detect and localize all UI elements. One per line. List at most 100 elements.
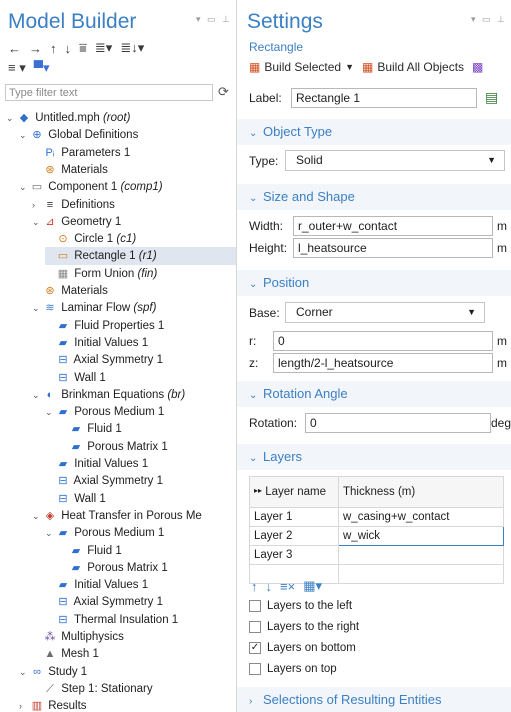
forward-icon[interactable]: → xyxy=(29,41,42,56)
tree-node[interactable]: ⌄ ◐ Brinkman Equations (br) xyxy=(32,386,236,404)
tree-node[interactable]: › ▥ Results xyxy=(19,697,236,712)
tree-node[interactable]: ⊟ Thermal Insulation 1 xyxy=(45,611,236,629)
tree-node[interactable]: ⌄ ◆ Untitled.mph (root) xyxy=(6,109,236,127)
move-up-icon[interactable]: ↑ xyxy=(50,41,57,56)
tree-node[interactable]: ⌄ ≋ Laminar Flow (spf) xyxy=(32,299,236,317)
build-all-button[interactable]: ▦ Build All Objects xyxy=(362,60,464,74)
notes-icon[interactable]: ▤ xyxy=(485,89,498,106)
move-down-icon[interactable]: ↓ xyxy=(65,41,72,56)
tree-node[interactable]: ▰ Fluid 1 xyxy=(58,542,236,560)
tree-node[interactable]: ▰ Initial Values 1 xyxy=(45,455,236,473)
collapse-icon[interactable]: ⌄ xyxy=(19,126,29,144)
pane-controls[interactable]: ▾ ▭ ⊥ xyxy=(196,14,232,25)
tree-node[interactable]: ⊙ Circle 1 (c1) xyxy=(45,230,236,248)
tree-node[interactable]: ⟋ Step 1: Stationary xyxy=(32,680,236,698)
tree-node[interactable]: ⊛ Materials xyxy=(32,282,236,300)
expand-icon[interactable]: › xyxy=(32,196,42,214)
type-select[interactable]: Solid ▼ xyxy=(285,150,505,171)
thickness-cell[interactable]: w_casing+w_contact xyxy=(338,507,504,527)
checkbox-icon[interactable] xyxy=(249,621,261,633)
tree-node[interactable]: ▭ Rectangle 1 (r1) xyxy=(45,247,236,266)
move-down-icon[interactable]: ↓ xyxy=(266,579,273,594)
object-type-section[interactable]: ⌄ Object Type xyxy=(237,119,511,145)
collapse-icon[interactable]: ⌄ xyxy=(32,386,42,404)
checkbox-checked-icon[interactable]: ✓ xyxy=(249,642,261,654)
tree-node[interactable]: ▦ Form Union (fin) xyxy=(45,265,236,283)
tree-node[interactable]: Pᵢ Parameters 1 xyxy=(32,144,236,162)
column-header-thickness[interactable]: Thickness (m) xyxy=(338,476,504,508)
size-shape-section[interactable]: ⌄ Size and Shape xyxy=(237,184,511,210)
tree-node[interactable]: ⊟ Axial Symmetry 1 xyxy=(45,472,236,490)
position-section[interactable]: ⌄ Position xyxy=(237,270,511,296)
tree-node[interactable]: ⌄ ∞ Study 1 xyxy=(19,663,236,681)
thickness-cell[interactable] xyxy=(338,545,504,565)
add-physics-icon[interactable]: ▀▾ xyxy=(34,60,50,76)
tree-node[interactable]: ▰ Porous Matrix 1 xyxy=(58,559,236,577)
expand-icon[interactable]: ≣▾ xyxy=(95,40,112,56)
graphics-icon[interactable]: ▩ xyxy=(472,60,483,74)
pane-controls[interactable]: ▾ ▭ ⊥ xyxy=(471,14,507,25)
move-up-icon[interactable]: ↑ xyxy=(251,579,258,594)
tree-node[interactable]: ⊟ Axial Symmetry 1 xyxy=(45,351,236,369)
show-icon[interactable]: ⩸ xyxy=(79,40,87,56)
tree-node[interactable]: ⌄ ▰ Porous Medium 1 xyxy=(45,524,236,542)
layer-option-checkbox[interactable]: Layers to the right xyxy=(249,621,359,633)
tree-node[interactable]: ⌄ ⊿ Geometry 1 xyxy=(32,213,236,231)
expand-icon[interactable]: › xyxy=(19,697,29,712)
label-input[interactable]: Rectangle 1 xyxy=(291,88,477,108)
layer-name-cell[interactable]: Layer 2 xyxy=(249,526,339,546)
z-input[interactable]: length/2-l_heatsource xyxy=(273,353,493,373)
tree-node[interactable]: ⌄ ◈ Heat Transfer in Porous Me xyxy=(32,507,236,525)
tree-node[interactable]: ▰ Initial Values 1 xyxy=(45,334,236,352)
collapse-icon[interactable]: ⌄ xyxy=(32,299,42,317)
height-input[interactable]: l_heatsource xyxy=(293,238,493,258)
tree-node[interactable]: ⊟ Wall 1 xyxy=(45,490,236,508)
checkbox-icon[interactable] xyxy=(249,663,261,675)
rotation-input[interactable]: 0 xyxy=(305,413,491,433)
collapse-icon[interactable]: ⌄ xyxy=(19,178,29,196)
checkbox-icon[interactable] xyxy=(249,600,261,612)
collapse-icon[interactable]: ⌄ xyxy=(6,109,16,127)
layer-option-checkbox[interactable]: Layers on top xyxy=(249,663,337,675)
filter-input[interactable]: Type filter text xyxy=(5,84,213,101)
collapse-icon[interactable]: ⌄ xyxy=(45,524,55,542)
layers-section[interactable]: ⌄ Layers xyxy=(237,444,511,470)
refresh-icon[interactable]: ⟳ xyxy=(218,84,229,100)
collapse-icon[interactable]: ⌄ xyxy=(32,213,42,231)
thickness-cell[interactable]: w_wick xyxy=(338,526,504,546)
selections-section[interactable]: › Selections of Resulting Entities xyxy=(237,687,511,712)
collapse-icon[interactable]: ⌄ xyxy=(45,403,55,421)
tree-node[interactable]: ⁂ Multiphysics xyxy=(32,628,236,646)
clear-table-icon[interactable]: ≡× xyxy=(280,579,295,594)
base-select[interactable]: Corner ▼ xyxy=(285,302,485,323)
back-icon[interactable]: ← xyxy=(8,41,21,56)
tree-node[interactable]: ▰ Porous Matrix 1 xyxy=(58,438,236,456)
table-row[interactable]: Layer 2 w_wick xyxy=(249,526,504,546)
tree-node[interactable]: ⊟ Wall 1 xyxy=(45,369,236,387)
tree-node[interactable]: ⌄ ⊕ Global Definitions xyxy=(19,126,236,144)
sort-icon[interactable]: ≣↓▾ xyxy=(120,40,144,56)
rotation-section[interactable]: ⌄ Rotation Angle xyxy=(237,381,511,407)
tree-node[interactable]: ⊛ Materials xyxy=(32,161,236,179)
layer-name-cell[interactable]: Layer 3 xyxy=(249,545,339,565)
collapse-icon[interactable]: ⌄ xyxy=(32,507,42,525)
collapse-icon[interactable]: ⌄ xyxy=(19,663,29,681)
tree-node[interactable]: ⌄ ▰ Porous Medium 1 xyxy=(45,403,236,421)
menu-icon[interactable]: ≡ ▾ xyxy=(8,60,26,76)
tree-node[interactable]: ⌄ ▭ Component 1 (comp1) xyxy=(19,178,236,196)
layer-name-cell[interactable]: Layer 1 xyxy=(249,507,339,527)
load-table-icon[interactable]: ▦▾ xyxy=(303,578,322,594)
tree-node[interactable]: › ≡ Definitions xyxy=(32,196,236,214)
tree-node[interactable]: ▰ Initial Values 1 xyxy=(45,576,236,594)
tree-node[interactable]: ▲ Mesh 1 xyxy=(32,645,236,663)
column-header-layer-name[interactable]: ▸▸ Layer name xyxy=(249,476,339,508)
build-selected-button[interactable]: ▦ Build Selected ▼ xyxy=(249,60,354,74)
tree-node[interactable]: ▰ Fluid Properties 1 xyxy=(45,317,236,335)
tree-node[interactable]: ▰ Fluid 1 xyxy=(58,420,236,438)
tree-node[interactable]: ⊟ Axial Symmetry 1 xyxy=(45,593,236,611)
table-row[interactable]: Layer 1 w_casing+w_contact xyxy=(249,507,504,527)
r-input[interactable]: 0 xyxy=(273,331,493,351)
layer-option-checkbox[interactable]: ✓ Layers on bottom xyxy=(249,642,356,654)
table-row[interactable]: Layer 3 xyxy=(249,545,504,565)
layer-option-checkbox[interactable]: Layers to the left xyxy=(249,600,352,612)
